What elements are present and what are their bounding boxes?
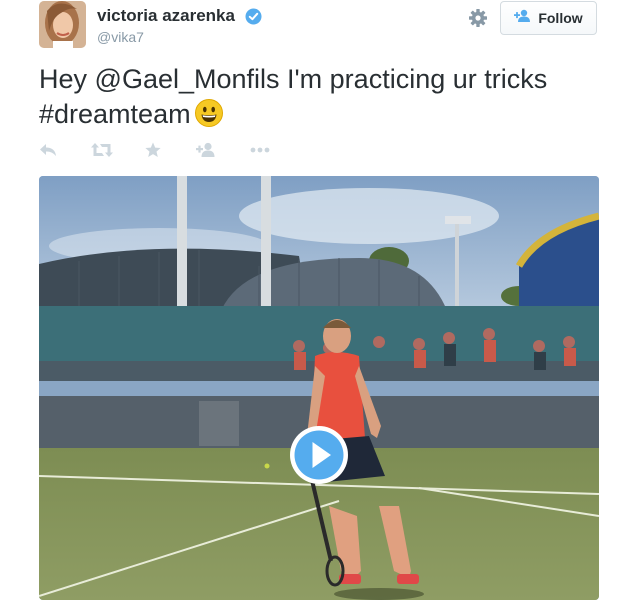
verified-badge-icon	[245, 8, 262, 25]
retweet-icon[interactable]	[91, 140, 113, 160]
tweet-text: Hey @Gael_Monfils I'm practicing ur tric…	[39, 62, 599, 136]
user-handle[interactable]: @vika7	[97, 29, 144, 45]
follow-button[interactable]: Follow	[500, 1, 597, 35]
favorite-icon[interactable]	[145, 140, 161, 160]
tweet-text-prefix: Hey	[39, 64, 95, 94]
play-icon[interactable]	[289, 425, 349, 485]
mention-link[interactable]: @Gael_Monfils	[95, 64, 280, 94]
follow-icon	[514, 9, 532, 28]
hashtag-link[interactable]: #dreamteam	[39, 99, 191, 129]
reply-icon[interactable]	[39, 140, 57, 160]
follow-button-label: Follow	[538, 10, 583, 26]
follow-icon[interactable]	[196, 140, 216, 160]
display-name[interactable]: victoria azarenka	[97, 6, 235, 26]
tweet-text-middle: I'm practicing ur tricks	[279, 64, 548, 94]
grinning-face-icon	[194, 99, 223, 136]
video-thumbnail	[39, 176, 599, 600]
avatar[interactable]	[39, 1, 86, 48]
video-player[interactable]	[39, 176, 599, 600]
more-icon[interactable]	[250, 140, 270, 160]
gear-icon[interactable]	[468, 8, 488, 28]
